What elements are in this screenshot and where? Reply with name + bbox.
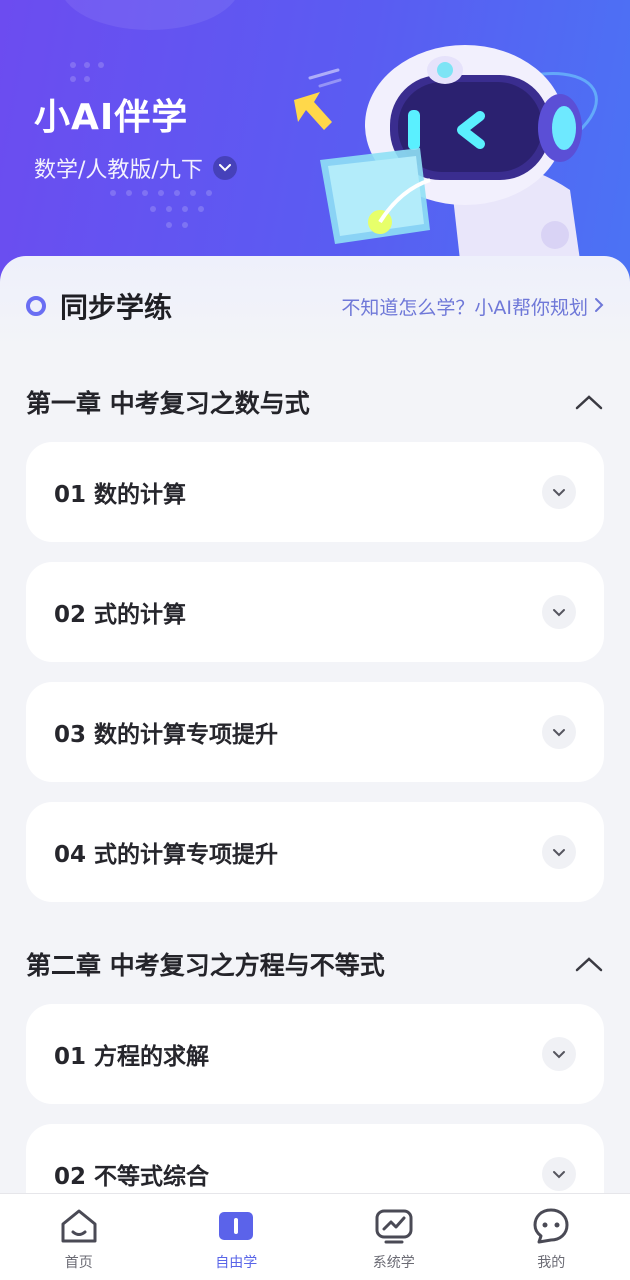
chevron-down-icon[interactable] (542, 595, 576, 629)
nav-home[interactable]: 首页 (0, 1194, 158, 1280)
bottom-nav: 首页 自由学 系统学 我的 (0, 1193, 630, 1280)
section-title: 同步学练 (60, 291, 173, 324)
profile-face-icon (533, 1208, 569, 1244)
header-banner: 小AI伴学 数学/人教版/九下 (0, 0, 630, 300)
chevron-down-icon[interactable] (542, 835, 576, 869)
nav-label: 首页 (64, 1255, 93, 1271)
header-glow (60, 0, 240, 30)
subject-label: 数学/人教版/九下 (34, 158, 203, 183)
ring-icon (26, 296, 46, 316)
chevron-down-icon[interactable] (542, 715, 576, 749)
lesson-title: 01 方程的求解 (54, 1044, 210, 1070)
subject-selector[interactable]: 数学/人教版/九下 (34, 152, 237, 184)
chevron-down-icon[interactable] (542, 1157, 576, 1191)
nav-label: 系统学 (372, 1255, 415, 1271)
nav-free-study[interactable]: 自由学 (158, 1194, 316, 1280)
main-panel: 同步学练 不知道怎么学？小AI帮你规划 第一章 中考复习之数与式 01 数的计算… (0, 256, 630, 1224)
nav-label: 自由学 (215, 1255, 258, 1271)
nav-system-study[interactable]: 系统学 (315, 1194, 473, 1280)
book-icon (219, 1212, 254, 1240)
lesson-title: 02 式的计算 (54, 602, 187, 628)
chapter-header-2[interactable]: 第二章 中考复习之方程与不等式 (26, 944, 604, 984)
chevron-up-icon (575, 395, 603, 410)
lesson-card[interactable]: 02 式的计算 (26, 562, 604, 662)
chevron-down-icon (212, 156, 237, 180)
app-title: 小AI伴学 (34, 97, 189, 138)
lesson-title: 03 数的计算专项提升 (54, 722, 279, 748)
ai-plan-link[interactable]: 不知道怎么学？小AI帮你规划 (341, 293, 604, 320)
nav-label: 我的 (537, 1255, 566, 1271)
lesson-title: 04 式的计算专项提升 (54, 842, 279, 868)
lesson-card[interactable]: 03 数的计算专项提升 (26, 682, 604, 782)
lesson-title: 02 不等式综合 (54, 1164, 210, 1190)
lesson-card[interactable]: 01 数的计算 (26, 442, 604, 542)
ai-plan-link-label: 不知道怎么学？小AI帮你规划 (341, 296, 588, 319)
ai-robot-illustration (294, 45, 598, 260)
section-header: 同步学练 不知道怎么学？小AI帮你规划 (26, 286, 604, 326)
section-title-wrap: 同步学练 (26, 286, 172, 326)
home-icon (61, 1209, 97, 1243)
nav-profile[interactable]: 我的 (473, 1194, 630, 1280)
chapter-header-1[interactable]: 第一章 中考复习之数与式 (26, 382, 604, 422)
chart-icon (375, 1209, 413, 1244)
chevron-down-icon[interactable] (542, 475, 576, 509)
lesson-title: 01 数的计算 (54, 482, 187, 508)
chapter-title: 第二章 中考复习之方程与不等式 (26, 951, 385, 980)
lesson-card[interactable]: 01 方程的求解 (26, 1004, 604, 1104)
chevron-down-icon[interactable] (542, 1037, 576, 1071)
chevron-up-icon (575, 957, 603, 972)
lesson-card[interactable]: 04 式的计算专项提升 (26, 802, 604, 902)
chapter-title: 第一章 中考复习之数与式 (26, 389, 310, 418)
chevron-right-icon (594, 294, 604, 318)
